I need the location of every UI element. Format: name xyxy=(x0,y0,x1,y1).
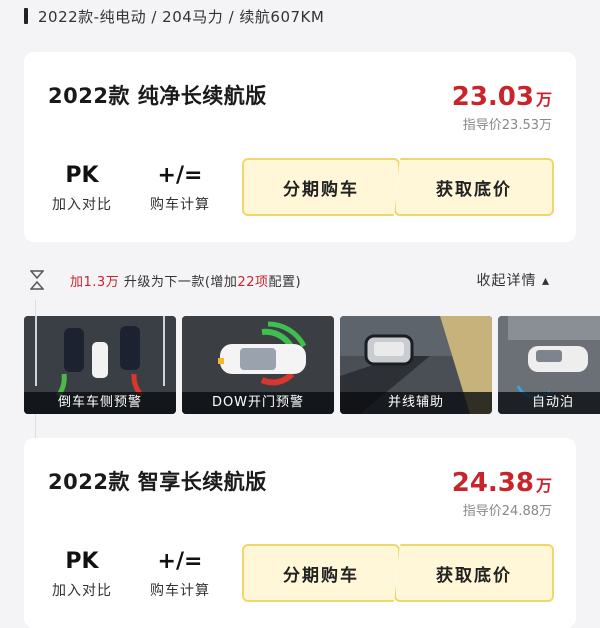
feature-label: 倒车车侧预警 xyxy=(24,392,176,414)
guide-price: 指导价23.53万 xyxy=(462,118,552,133)
car-calculator-button[interactable]: +/= 购车计算 xyxy=(138,162,222,214)
car-calculator-label: 购车计算 xyxy=(150,583,210,599)
price-value: 24.38 xyxy=(451,468,534,498)
car-calculator-label: 购车计算 xyxy=(150,197,210,213)
connector-line xyxy=(35,414,36,438)
add-compare-label: 加入对比 xyxy=(52,197,112,213)
compare-swap-icon xyxy=(30,270,44,290)
price-unit: 万 xyxy=(535,90,552,109)
get-lowest-price-button[interactable]: 获取底价 xyxy=(394,158,554,216)
feature-tile-rear-cross-traffic[interactable]: 倒车车侧预警 xyxy=(24,316,176,414)
trim-price: 23.03 万 xyxy=(452,82,552,112)
pk-icon: PK xyxy=(65,163,99,188)
trim-card[interactable]: 2022款 纯净长续航版 23.03 万 指导价23.53万 PK 加入对比 +/… xyxy=(24,52,576,242)
upgrade-amount: 1.3万 xyxy=(83,275,120,290)
feature-label: DOW开门预警 xyxy=(182,392,334,414)
trim-card[interactable]: 2022款 智享长续航版 24.38 万 指导价24.88万 PK 加入对比 +/… xyxy=(24,438,576,628)
feature-gallery[interactable]: 倒车车侧预警 DOW开门预警 并线辅助 自动泊 xyxy=(24,316,600,414)
spec-header: 2022款-纯电动 / 204马力 / 续航607KM xyxy=(0,0,600,34)
trim-name: 2022款 智享长续航版 xyxy=(48,470,267,494)
pk-icon: PK xyxy=(65,549,99,574)
feature-tile-lane-change-assist[interactable]: 并线辅助 xyxy=(340,316,492,414)
upgrade-prefix: 加 xyxy=(70,275,84,290)
feature-tile-auto-parking[interactable]: 自动泊 xyxy=(498,316,600,414)
feature-label: 并线辅助 xyxy=(340,392,492,414)
upgrade-middle: 升级为下一款(增加 xyxy=(119,275,238,290)
guide-price: 指导价24.88万 xyxy=(462,504,552,519)
calculator-icon: +/= xyxy=(157,549,203,574)
collapse-details-button[interactable]: 收起详情 ▴ xyxy=(477,270,550,290)
calculator-icon: +/= xyxy=(157,163,203,188)
upgrade-suffix: 配置) xyxy=(268,275,302,290)
installment-button[interactable]: 分期购车 xyxy=(242,158,400,216)
get-lowest-price-button[interactable]: 获取底价 xyxy=(394,544,554,602)
feature-label: 自动泊 xyxy=(498,392,600,414)
spec-header-title: 2022款-纯电动 / 204马力 / 续航607KM xyxy=(38,8,325,26)
upgrade-bar: 加1.3万 升级为下一款(增加22项配置) 收起详情 ▴ xyxy=(0,262,600,296)
trim-name: 2022款 纯净长续航版 xyxy=(48,84,267,108)
add-compare-button[interactable]: PK 加入对比 xyxy=(40,162,124,214)
installment-button[interactable]: 分期购车 xyxy=(242,544,400,602)
price-unit: 万 xyxy=(535,476,552,495)
section-marker xyxy=(24,8,28,24)
car-calculator-button[interactable]: +/= 购车计算 xyxy=(138,548,222,600)
trim-price: 24.38 万 xyxy=(452,468,552,498)
add-compare-label: 加入对比 xyxy=(52,583,112,599)
connector-line xyxy=(35,300,36,316)
add-compare-button[interactable]: PK 加入对比 xyxy=(40,548,124,600)
price-value: 23.03 xyxy=(451,82,534,112)
upgrade-text: 加1.3万 升级为下一款(增加22项配置) xyxy=(70,271,301,290)
feature-tile-door-open-warning[interactable]: DOW开门预警 xyxy=(182,316,334,414)
upgrade-count: 22项 xyxy=(237,275,269,290)
